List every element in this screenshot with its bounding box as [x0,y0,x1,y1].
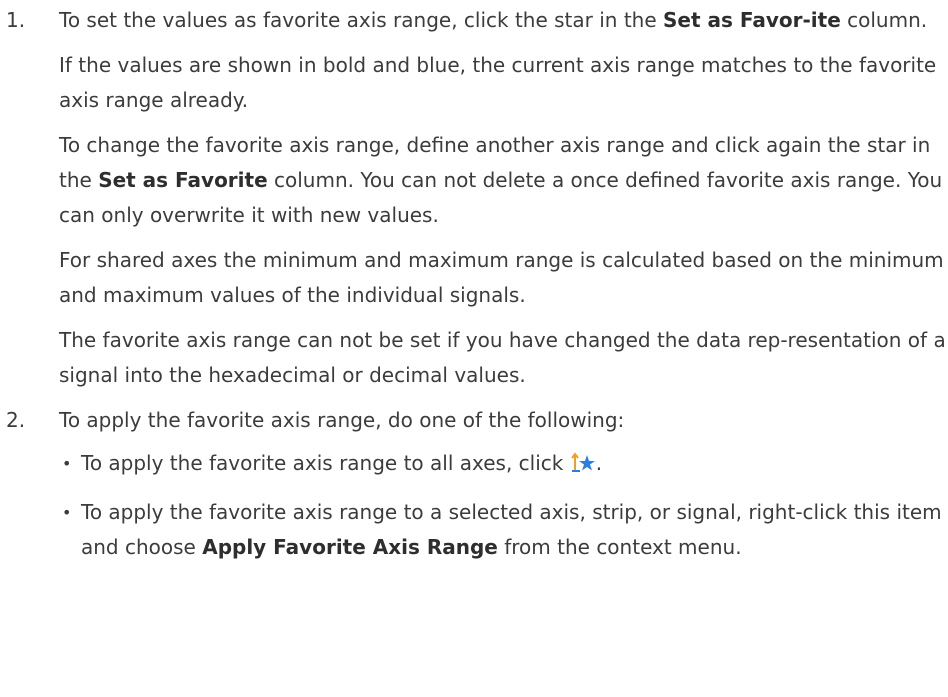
ui-term-apply-favorite-axis-range: Apply Favorite Axis Range [202,535,498,559]
bullet-list: • To apply the favorite axis range to al… [59,446,948,565]
paragraph-set-favorite: To set the values as favorite axis range… [59,8,928,32]
step-number: 1. [6,8,26,32]
paragraph-shared-axes: For shared axes the minimum and maximum … [59,248,944,307]
ui-term-set-as-favorite: Set as Favor-ite [663,8,841,32]
step-2: 2. To apply the favorite axis range, do … [0,403,948,565]
paragraph-bold-blue-note: If the values are shown in bold and blue… [59,53,937,112]
list-item: • To apply the favorite axis range to a … [59,495,948,565]
bullet-dot: • [62,454,72,473]
ui-term-set-as-favorite: Set as Favorite [98,168,268,192]
step-1: 1. To set the values as favorite axis ra… [0,3,948,393]
paragraph-data-representation: The favorite axis range can not be set i… [59,328,946,387]
bullet-dot: • [62,503,72,522]
instruction-document: 1. To set the values as favorite axis ra… [0,0,948,565]
apply-favorite-axis-range-icon[interactable] [570,450,596,472]
step-number: 2. [6,408,26,432]
paragraph-apply-intro: To apply the favorite axis range, do one… [59,408,625,432]
list-item: • To apply the favorite axis range to al… [59,446,948,481]
paragraph-change-favorite: To change the favorite axis range, defin… [59,133,943,227]
